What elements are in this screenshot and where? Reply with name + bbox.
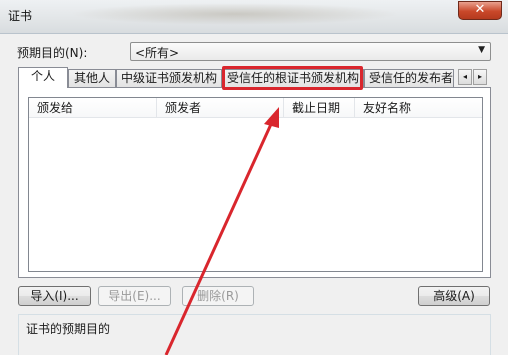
tab-other-people[interactable]: 其他人 (68, 69, 116, 87)
title-bar: 证书 ✕ (0, 0, 508, 34)
chevron-down-icon: ▼ (478, 45, 485, 55)
tab-panel: 颁发给 颁发者 截止日期 友好名称 (18, 87, 491, 278)
highlight-box (222, 66, 363, 90)
title-bar-background-blur (70, 3, 400, 25)
close-button[interactable]: ✕ (458, 1, 502, 20)
column-header-friendly-name[interactable]: 友好名称 (355, 98, 482, 118)
purpose-dropdown[interactable]: <所有> ▼ (130, 42, 491, 61)
list-header: 颁发给 颁发者 截止日期 友好名称 (29, 98, 482, 118)
purpose-groupbox: 证书的预期目的 (18, 314, 491, 355)
window-title: 证书 (8, 9, 33, 23)
column-header-expiration[interactable]: 截止日期 (284, 98, 355, 118)
tab-personal[interactable]: 个人 (18, 67, 68, 88)
purpose-label: 预期目的(N): (17, 46, 88, 60)
tab-trusted-publishers[interactable]: 受信任的发布者 (364, 69, 454, 87)
chevron-right-icon: ▸ (477, 72, 482, 81)
purpose-group-label: 证书的预期目的 (26, 322, 111, 336)
tab-intermediate-ca[interactable]: 中级证书颁发机构 (116, 69, 222, 87)
column-header-issued-by[interactable]: 颁发者 (157, 98, 284, 118)
tab-scroll-left-button[interactable]: ◂ (458, 69, 472, 85)
advanced-button[interactable]: 高级(A) (418, 286, 490, 306)
close-icon: ✕ (474, 2, 486, 17)
export-button[interactable]: 导出(E)... (98, 286, 171, 306)
purpose-dropdown-value: <所有> (135, 46, 180, 60)
remove-button[interactable]: 删除(R) (182, 286, 254, 306)
tab-scroll-right-button[interactable]: ▸ (473, 69, 487, 85)
certificate-list[interactable]: 颁发给 颁发者 截止日期 友好名称 (28, 97, 483, 272)
import-button[interactable]: 导入(I)... (18, 286, 91, 306)
column-header-issued-to[interactable]: 颁发给 (29, 98, 157, 118)
chevron-left-icon: ◂ (462, 72, 467, 81)
